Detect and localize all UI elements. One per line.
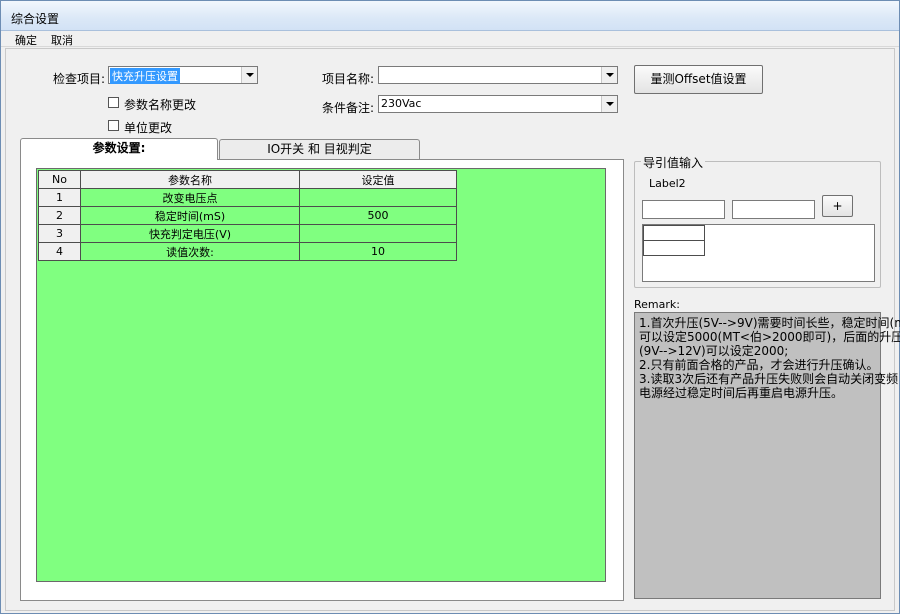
remark-line: 2.只有前面合格的产品，才会进行升压确认。: [639, 358, 879, 372]
row-param-value[interactable]: [299, 224, 457, 243]
list-cell[interactable]: [643, 240, 705, 256]
remark-line: 1.首次升压(5V-->9V)需要时间长些，稳定时间(mS): [639, 316, 900, 330]
guide-value-group: 导引值输入 Label2 +: [634, 154, 881, 288]
chevron-down-icon[interactable]: [601, 67, 617, 83]
parameter-table: No 参数名称 设定值 1 改变电压点 2 稳定时间(mS) 500 3 快充判…: [38, 170, 457, 261]
row-param-name[interactable]: 稳定时间(mS): [80, 206, 300, 225]
tab-parameters[interactable]: 参数设置:: [20, 138, 218, 160]
check-item-value: 快充升压设置: [110, 68, 180, 84]
condition-note-select[interactable]: 230Vac: [378, 95, 618, 113]
row-no: 4: [38, 242, 81, 261]
checkbox-box[interactable]: [108, 97, 119, 108]
table-row[interactable]: 4 读值次数: 10: [38, 242, 457, 261]
row-param-value[interactable]: [299, 188, 457, 207]
row-param-value[interactable]: 500: [299, 206, 457, 225]
label2-text: Label2: [649, 177, 686, 190]
param-name-change-label: 参数名称更改: [124, 98, 197, 112]
row-no: 2: [38, 206, 81, 225]
guide-value-title: 导引值输入: [641, 154, 706, 171]
table-row[interactable]: 3 快充判定电压(V): [38, 224, 457, 243]
unit-change-label: 单位更改: [124, 121, 173, 135]
row-no: 3: [38, 224, 81, 243]
remark-box[interactable]: 1.首次升压(5V-->9V)需要时间长些，稳定时间(mS) 可以设定5000(…: [634, 312, 900, 599]
condition-note-value: 230Vac: [381, 97, 422, 110]
guide-input-1[interactable]: [642, 200, 725, 219]
column-header-no[interactable]: No: [38, 170, 81, 189]
add-button[interactable]: +: [822, 195, 853, 217]
menu-cancel[interactable]: 取消: [51, 32, 73, 48]
table-header-row: No 参数名称 设定值: [38, 170, 457, 189]
row-param-name[interactable]: 快充判定电压(V): [80, 224, 300, 243]
parameter-grid[interactable]: No 参数名称 设定值 1 改变电压点 2 稳定时间(mS) 500 3 快充判…: [36, 168, 606, 582]
checkbox-box[interactable]: [108, 120, 119, 131]
guide-input-2[interactable]: [732, 200, 815, 219]
column-header-value[interactable]: 设定值: [299, 170, 457, 189]
check-item-label: 检查项目:: [53, 72, 106, 86]
list-cell[interactable]: [643, 225, 705, 241]
row-param-name[interactable]: 改变电压点: [80, 188, 300, 207]
menu-confirm[interactable]: 确定: [15, 32, 37, 48]
guide-list[interactable]: [642, 224, 875, 282]
row-param-value[interactable]: 10: [299, 242, 457, 261]
row-no: 1: [38, 188, 81, 207]
item-name-label: 项目名称:: [322, 72, 375, 86]
title-bar: 综合设置: [1, 1, 899, 31]
row-param-name[interactable]: 读值次数:: [80, 242, 300, 261]
chevron-down-icon[interactable]: [601, 96, 617, 112]
menu-bar: 确定 取消: [1, 31, 899, 47]
column-header-name[interactable]: 参数名称: [80, 170, 300, 189]
remark-line: (9V-->12V)可以设定2000;: [639, 344, 789, 358]
remark-line: 3.读取3次后还有产品升压失败则会自动关闭变频: [639, 372, 899, 386]
main-content: 检查项目: 快充升压设置 参数名称更改 单位更改 项目名称: 条件备注: 230…: [5, 48, 900, 611]
settings-window: 综合设置 确定 取消 检查项目: 快充升压设置 参数名称更改 单位更改 项目名称…: [0, 0, 900, 614]
tab-io-visual[interactable]: IO开关 和 目视判定: [219, 139, 420, 159]
condition-note-label: 条件备注:: [322, 101, 375, 115]
remark-line: 电源经过稳定时间后再重启电源升压。: [639, 386, 844, 400]
table-row[interactable]: 2 稳定时间(mS) 500: [38, 206, 457, 225]
tab-panel: No 参数名称 设定值 1 改变电压点 2 稳定时间(mS) 500 3 快充判…: [20, 159, 624, 601]
param-name-change-checkbox[interactable]: 参数名称更改: [108, 96, 228, 112]
table-row[interactable]: 1 改变电压点: [38, 188, 457, 207]
remark-line: 可以设定5000(MT<伯>2000即可)，后面的升压: [639, 330, 900, 344]
offset-settings-button[interactable]: 量测Offset值设置: [634, 65, 763, 94]
unit-change-checkbox[interactable]: 单位更改: [108, 119, 228, 135]
chevron-down-icon[interactable]: [241, 67, 257, 83]
check-item-select[interactable]: 快充升压设置: [108, 66, 258, 84]
remark-title: Remark:: [634, 298, 680, 311]
item-name-select[interactable]: [378, 66, 618, 84]
window-title: 综合设置: [11, 12, 60, 26]
